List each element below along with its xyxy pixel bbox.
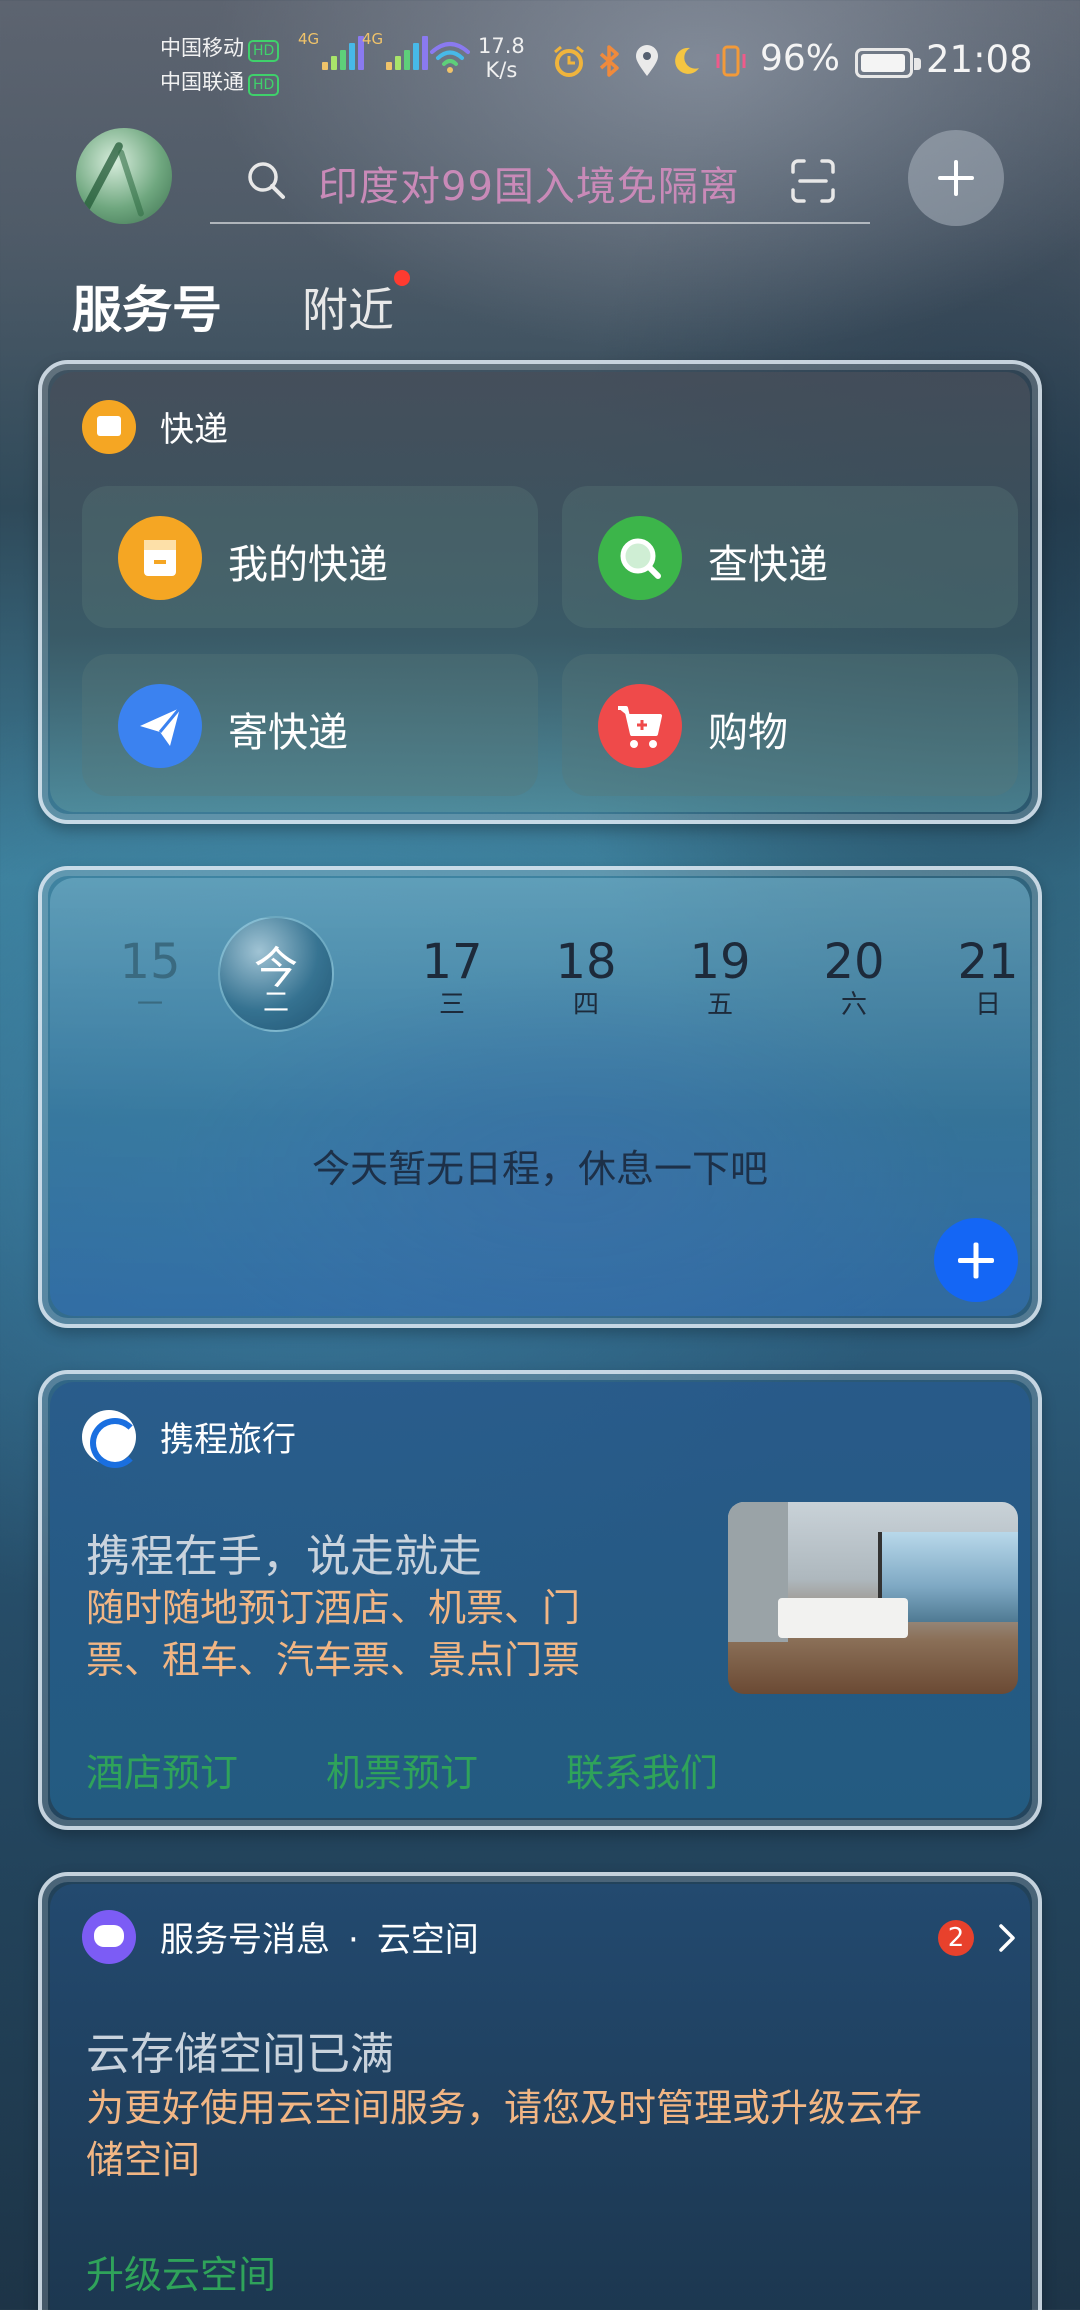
tile-shopping[interactable]: 购物 [562, 654, 1018, 796]
search-icon [248, 162, 285, 199]
cart-icon [598, 684, 682, 768]
message-icon [82, 1910, 136, 1964]
clock: 21:08 [926, 38, 1033, 81]
network-speed: 17.8 K/s [478, 34, 525, 82]
battery-fill [861, 54, 906, 72]
location-icon [636, 45, 658, 76]
hotel-room-image [728, 1502, 1018, 1694]
bluetooth-icon [599, 45, 619, 77]
wifi-icon [430, 42, 470, 73]
no-schedule-text: 今天暂无日程，休息一下吧 [311, 1147, 768, 1191]
search-icon [598, 516, 682, 600]
express-card: 快递 我的快递 查快递 寄快递 购物 [38, 360, 1042, 824]
upgrade-cloud-link[interactable]: 升级云空间 [86, 2244, 276, 2299]
add-event-button[interactable] [934, 1218, 1018, 1302]
send-icon [118, 684, 202, 768]
moon-icon [675, 47, 699, 74]
battery-percent: 96% [760, 38, 841, 79]
service-message-card[interactable]: 服务号消息 · 云空间 2 云存储空间已满 为更好使用云空间服务，请您及时管理或升级… [38, 1872, 1042, 2310]
alarm-icon [554, 45, 584, 77]
package-icon [118, 516, 202, 600]
tile-send-express[interactable]: 寄快递 [82, 654, 538, 796]
carrier-1: 中国移动 HD [160, 32, 280, 62]
notification-dot [394, 270, 410, 286]
chevron-right-icon[interactable] [992, 1920, 1022, 1956]
flight-booking-link[interactable]: 机票预订 [326, 1742, 478, 1797]
hotel-booking-link[interactable]: 酒店预订 [86, 1742, 238, 1797]
carrier-2: 中国联通 HD [160, 66, 280, 96]
contact-us-link[interactable]: 联系我们 [566, 1742, 718, 1797]
ctrip-description-line-1: 随时随地预订酒店、机票、门 [86, 1586, 581, 1630]
status-bar: 中国移动 HD 中国联通 HD 4G 4G 17.8 K/s 96% 21:08 [0, 0, 1080, 120]
tab-nearby[interactable]: 附近 [302, 274, 394, 340]
ctrip-card[interactable]: 携程旅行 携程在手，说走就走 随时随地预订酒店、机票、门 票、租车、汽车票、景点… [38, 1370, 1042, 1830]
message-body-line-2: 储空间 [86, 2138, 201, 2182]
ctrip-card-title: 携程旅行 [160, 1420, 296, 1460]
battery-icon [855, 48, 921, 78]
avatar[interactable] [76, 128, 172, 224]
tile-my-express[interactable]: 我的快递 [82, 486, 538, 628]
calendar-card: 15 一 今 二 17 三 18 四 19 五 20 六 21 日 今天暂无日程，休息一下吧 [38, 866, 1042, 1328]
tab-service-accounts[interactable]: 服务号 [72, 270, 222, 342]
calendar-day[interactable]: 17 三 [412, 934, 492, 1020]
unread-badge: 2 [938, 1920, 974, 1956]
message-body-line-1: 为更好使用云空间服务，请您及时管理或升级云存 [86, 2086, 923, 2130]
calendar-day[interactable]: 20 六 [814, 934, 894, 1020]
signal-icon-1: 4G [298, 30, 364, 70]
express-card-title: 快递 [160, 410, 228, 450]
tile-track-express[interactable]: 查快递 [562, 486, 1018, 628]
signal-icon-2: 4G [362, 30, 428, 70]
message-card-title: 服务号消息 · 云空间 [160, 1920, 479, 1960]
scan-icon[interactable] [790, 158, 836, 204]
vibrate-icon [716, 45, 746, 77]
ctrip-headline: 携程在手，说走就走 [86, 1531, 482, 1582]
search-placeholder[interactable]: 印度对99国入境免隔离 [318, 154, 740, 212]
ctrip-description-line-2: 票、租车、汽车票、景点门票 [86, 1638, 581, 1682]
search-bar[interactable]: 印度对99国入境免隔离 [210, 140, 870, 224]
calendar-day[interactable]: 19 五 [680, 934, 760, 1020]
add-button[interactable] [908, 130, 1004, 226]
calendar-day[interactable]: 18 四 [546, 934, 626, 1020]
calendar-day[interactable]: 21 日 [948, 934, 1028, 1020]
calendar-day-today[interactable]: 今 二 [218, 916, 334, 1032]
calendar-day[interactable]: 15 一 [110, 934, 190, 1020]
ctrip-logo-icon [82, 1410, 140, 1468]
express-box-icon [82, 400, 136, 454]
message-headline: 云存储空间已满 [86, 2029, 394, 2080]
